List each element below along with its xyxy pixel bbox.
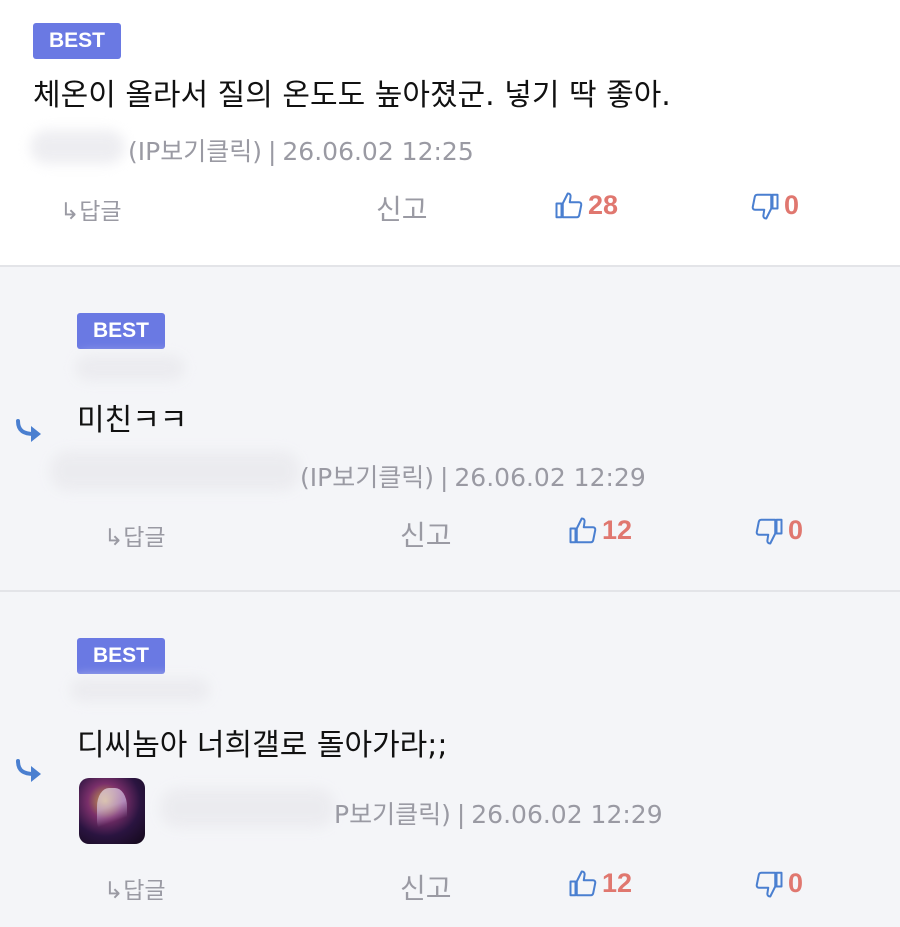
- dislike-count: 0: [788, 868, 804, 898]
- thumbs-up-icon: [568, 869, 598, 899]
- reply-button[interactable]: ↳답글: [104, 871, 166, 905]
- timestamp: 26.06.02 12:29: [454, 463, 646, 492]
- timestamp: 26.06.02 12:29: [471, 800, 663, 829]
- author-name-blurred: [75, 355, 185, 381]
- ip-view-link[interactable]: P보기클릭): [334, 800, 451, 829]
- comment-meta: (IP보기클릭) | 26.06.02 12:29: [300, 463, 646, 492]
- dislike-count: 0: [784, 190, 800, 220]
- best-badge: BEST: [77, 638, 166, 674]
- comment-text: 체온이 올라서 질의 온도도 높아졌군. 넣기 딱 좋아.: [33, 78, 671, 113]
- thumbs-up-icon: [568, 516, 598, 546]
- reply-arrow-icon: [16, 419, 41, 442]
- comment-meta: (IP보기클릭) | 26.06.02 12:25: [128, 137, 474, 166]
- comment-item: BEST 체온이 올라서 질의 온도도 높아졌군. 넣기 딱 좋아. (IP보기…: [0, 0, 900, 267]
- comment-text: 디씨놈아 너희갤로 돌아가라;;: [77, 728, 448, 763]
- best-badge: BEST: [77, 313, 166, 349]
- report-button[interactable]: 신고: [376, 188, 428, 228]
- thumbs-up-icon: [554, 191, 584, 221]
- thumbs-down-icon: [754, 516, 784, 546]
- report-button[interactable]: 신고: [400, 514, 452, 554]
- avatar[interactable]: [79, 778, 145, 844]
- like-count: 28: [588, 190, 619, 220]
- report-button[interactable]: 신고: [400, 867, 452, 907]
- ip-view-link[interactable]: (IP보기클릭): [128, 137, 262, 166]
- reply-arrow-icon: [16, 759, 41, 782]
- author-info-blurred: [160, 788, 335, 828]
- like-count: 12: [602, 515, 633, 545]
- author-info-blurred: [50, 451, 300, 491]
- timestamp: 26.06.02 12:25: [282, 137, 474, 166]
- reply-button[interactable]: ↳답글: [104, 518, 166, 552]
- dislike-button[interactable]: 0: [754, 515, 803, 546]
- comment-meta: P보기클릭) | 26.06.02 12:29: [334, 800, 663, 829]
- ip-view-link[interactable]: (IP보기클릭): [300, 463, 434, 492]
- best-badge: BEST: [33, 23, 122, 59]
- author-name-blurred: [30, 130, 125, 164]
- like-button[interactable]: 12: [568, 515, 632, 546]
- like-button[interactable]: 12: [568, 868, 632, 899]
- like-count: 12: [602, 868, 633, 898]
- dislike-button[interactable]: 0: [754, 868, 803, 899]
- author-name-blurred: [70, 678, 210, 702]
- dislike-button[interactable]: 0: [750, 190, 799, 221]
- reply-button[interactable]: ↳답글: [60, 192, 122, 226]
- like-button[interactable]: 28: [554, 190, 618, 221]
- thumbs-down-icon: [750, 191, 780, 221]
- reply-comment-item: BEST 미친ㅋㅋ (IP보기클릭) | 26.06.02 12:29 ↳답글 신고…: [0, 267, 900, 592]
- reply-comment-item: BEST 디씨놈아 너희갤로 돌아가라;; P보기클릭) | 26.06.02 12…: [0, 592, 900, 927]
- dislike-count: 0: [788, 515, 804, 545]
- thumbs-down-icon: [754, 869, 784, 899]
- comment-text: 미친ㅋㅋ: [77, 403, 188, 438]
